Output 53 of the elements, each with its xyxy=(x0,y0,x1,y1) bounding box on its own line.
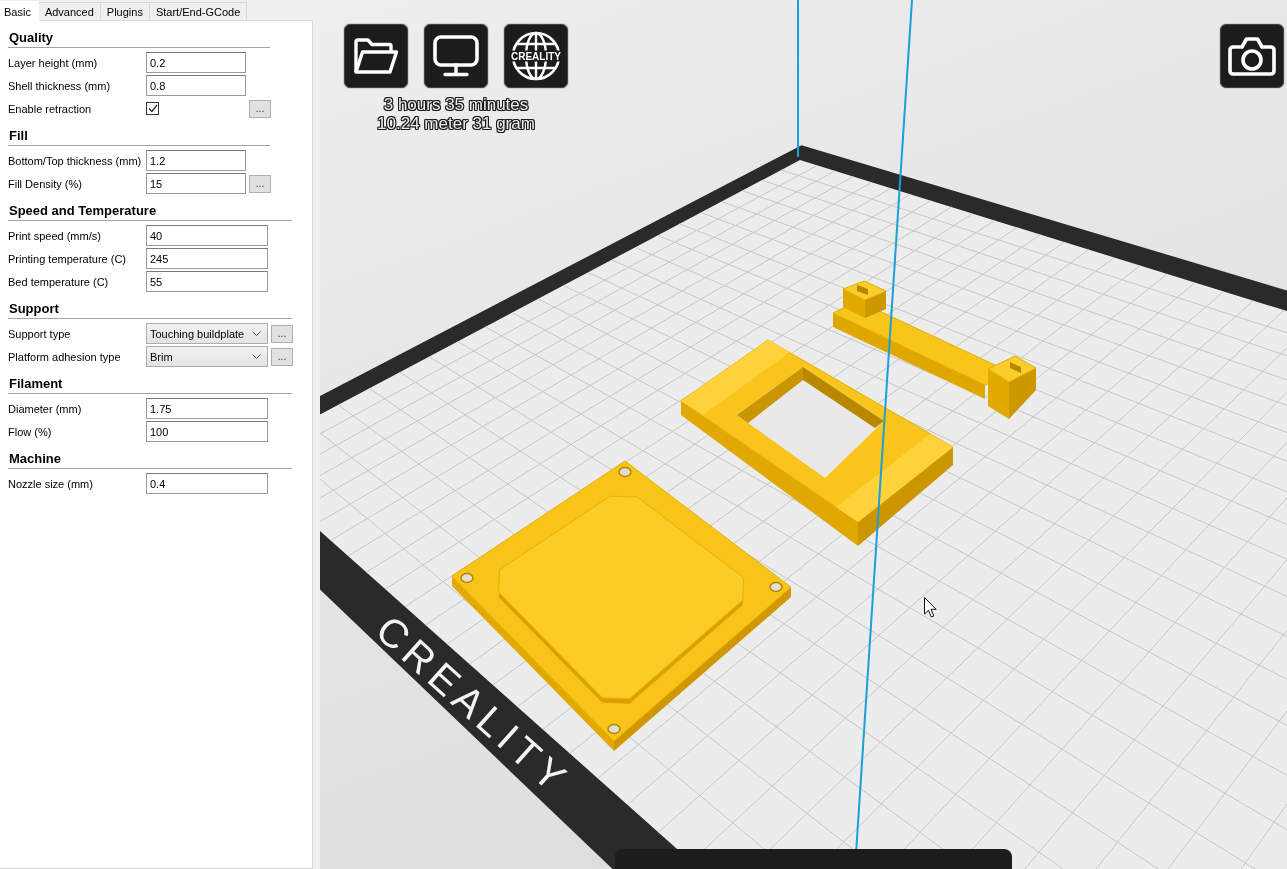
section-heading: Quality xyxy=(8,28,270,48)
input-field[interactable]: 0.4 xyxy=(146,473,268,494)
toolbar-button[interactable] xyxy=(344,24,408,88)
chevron-down-icon xyxy=(252,354,261,359)
section-heading: Speed and Temperature xyxy=(8,201,292,221)
more-button[interactable]: ... xyxy=(271,324,293,343)
dropdown[interactable]: Brim xyxy=(146,346,268,367)
toolbar-button[interactable] xyxy=(424,24,488,88)
field-label: Bed temperature (C) xyxy=(8,275,110,288)
camera-button[interactable] xyxy=(1220,24,1284,88)
toolbar-button[interactable]: CREALITY xyxy=(504,24,568,88)
section-heading: Machine xyxy=(8,449,292,469)
input-field[interactable]: 0.8 xyxy=(146,75,246,96)
input-field[interactable]: 55 xyxy=(146,271,268,292)
field-label: Shell thickness (mm) xyxy=(8,79,112,92)
monitor-icon xyxy=(433,35,479,77)
field-label: Support type xyxy=(8,327,72,340)
section-heading: Fill xyxy=(8,126,270,146)
chevron-down-icon xyxy=(252,331,261,336)
field-label: Printing temperature (C) xyxy=(8,252,127,265)
section-heading: Filament xyxy=(8,374,292,394)
input-field[interactable]: 100 xyxy=(146,421,268,442)
dropdown[interactable]: Touching buildplate xyxy=(146,323,268,344)
tab[interactable]: Start/End-GCode xyxy=(149,2,248,20)
tab[interactable]: Plugins xyxy=(100,2,150,20)
input-field[interactable]: 245 xyxy=(146,248,268,269)
tab[interactable]: Advanced xyxy=(38,2,101,20)
input-field[interactable]: 15 xyxy=(146,173,246,194)
cursor-icon xyxy=(924,597,937,618)
field-label: Bottom/Top thickness (mm) xyxy=(8,154,143,167)
field-label: Fill Density (%) xyxy=(8,177,83,190)
input-field[interactable]: 1.75 xyxy=(146,398,268,419)
checkmark-icon xyxy=(147,104,158,113)
print-material-text: 10.24 meter 31 gram xyxy=(377,114,535,133)
more-button[interactable]: ... xyxy=(249,174,271,193)
section-heading: Support xyxy=(8,299,292,319)
camera-icon xyxy=(1228,36,1276,76)
input-field[interactable]: 40 xyxy=(146,225,268,246)
field-label: Diameter (mm) xyxy=(8,402,83,415)
field-label: Layer height (mm) xyxy=(8,56,99,69)
folder-icon xyxy=(353,37,399,75)
field-label: Platform adhesion type xyxy=(8,350,122,363)
input-field[interactable]: 1.2 xyxy=(146,150,246,171)
field-label: Print speed (mm/s) xyxy=(8,229,102,242)
more-button[interactable]: ... xyxy=(271,347,293,366)
print-time-text: 3 hours 35 minutes xyxy=(383,95,529,114)
tab[interactable]: Basic xyxy=(0,1,39,21)
field-label: Flow (%) xyxy=(8,425,53,438)
input-field[interactable]: 0.2 xyxy=(146,52,246,73)
field-label: Enable retraction xyxy=(8,102,93,115)
field-label: Nozzle size (mm) xyxy=(8,477,94,490)
more-button[interactable]: ... xyxy=(249,99,271,118)
checkbox[interactable] xyxy=(146,102,159,115)
